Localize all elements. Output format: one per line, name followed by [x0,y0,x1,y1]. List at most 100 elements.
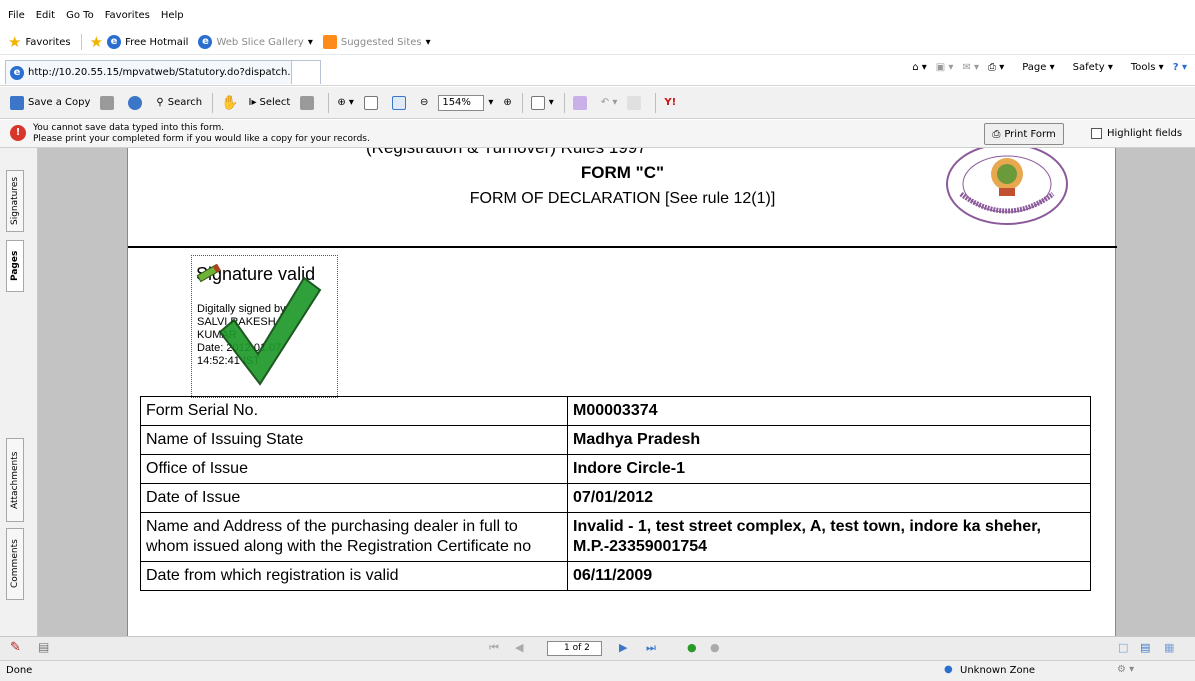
print-button[interactable] [100,95,118,110]
pages-options-button[interactable]: ▾ [530,95,554,110]
tab-title: http://10.20.55.15/mpvatweb/Statutory.do… [28,67,297,78]
print-form-button[interactable]: ⎙ Print Form [984,123,1064,145]
row-value: Invalid - 1, test street complex, A, tes… [567,512,1091,562]
favorites-button[interactable]: ★ Favorites [8,34,71,50]
fav-link-suggested[interactable]: Suggested Sites ▾ [322,35,431,49]
fav-link-hotmail[interactable]: e Free Hotmail [107,35,188,49]
row-label: Name and Address of the purchasing deale… [140,512,568,562]
tools-menu[interactable]: Tools ▾ [1122,62,1164,73]
email-icon [128,95,143,110]
feeds-icon[interactable]: ▣ ▾ [936,62,954,73]
government-seal-icon [946,148,1068,225]
row-label: Office of Issue [140,454,568,484]
signature-field[interactable]: Signature valid Digitally signed by SALV… [191,255,338,398]
notice-line-1: You cannot save data typed into this for… [33,123,225,133]
row-label: Form Serial No. [140,396,568,426]
suggested-sites-icon [322,35,337,49]
fit-width-icon [391,95,406,110]
single-page-view-icon[interactable]: □ [1118,641,1128,654]
tab-pages[interactable]: Pages [6,240,24,292]
select-tool-button[interactable]: I▸ Select [249,97,291,108]
email-button[interactable] [128,95,146,110]
next-view-icon[interactable]: ● [710,641,720,654]
new-tab-button[interactable] [291,60,321,84]
highlight-checkbox[interactable] [1091,128,1102,139]
divider [563,92,565,113]
last-page-icon[interactable]: ⏭ [646,641,656,655]
document-icon [627,95,642,110]
document-icon[interactable]: ▤ [38,640,49,654]
fit-width-button[interactable] [391,95,410,110]
search-button[interactable]: ⚲ Search [156,97,202,108]
snapshot-button[interactable] [300,95,318,110]
menu-edit[interactable]: Edit [36,10,55,21]
previous-view-icon[interactable]: ● [687,641,697,654]
previous-page-icon[interactable]: ◀ [515,641,523,654]
tab-signatures[interactable]: Signatures [6,170,24,232]
document-viewport[interactable]: (Registration & Turnover) Rules 1997 FOR… [38,148,1195,636]
fit-page-button[interactable] [363,95,382,110]
header-divider [128,246,1117,248]
spell-check-button[interactable] [572,95,591,110]
zoom-dropdown[interactable]: ▾ [488,97,493,108]
save-copy-button[interactable]: Save a Copy [10,95,91,110]
row-value: Madhya Pradesh [567,425,1091,455]
redo-button[interactable] [627,95,645,110]
save-copy-label: Save a Copy [28,97,91,108]
safety-menu[interactable]: Safety ▾ [1064,62,1113,73]
fav-link-webslice[interactable]: e Web Slice Gallery ▾ [198,35,313,49]
divider [521,92,523,113]
divider [655,92,657,113]
highlight-fields-toggle[interactable]: Highlight fields [1091,128,1182,139]
notice-message: You cannot save data typed into this for… [33,123,370,145]
help-icon[interactable]: ? ▾ [1173,62,1187,73]
print-icon[interactable]: ⎙ ▾ [988,62,1004,73]
zoom-in-icon: ⊕ [503,97,512,108]
tab-attachments[interactable]: Attachments [6,438,24,522]
hand-tool-button[interactable]: ✋ [221,95,238,111]
status-bar: Done ● Unknown Zone ⚙ ▾ [0,660,1195,681]
form-notice-bar: ! You cannot save data typed into this f… [0,120,1195,148]
tab-comments[interactable]: Comments [6,528,24,600]
highlight-label: Highlight fields [1107,128,1183,139]
save-icon [10,95,24,110]
zoom-out-icon: ⊖ [419,97,429,108]
facing-view-icon[interactable]: ▦ [1164,641,1174,654]
menu-goto[interactable]: Go To [66,10,94,21]
page-number-input[interactable]: 1 of 2 [547,641,602,656]
tab-label: Pages [10,250,20,282]
mail-icon[interactable]: ✉ ▾ [962,62,979,73]
home-icon[interactable]: ⌂ ▾ [912,62,927,73]
security-zone: Unknown Zone [960,665,1036,676]
pencil-icon[interactable]: ✎ [10,640,21,655]
row-value: Indore Circle-1 [567,454,1091,484]
zoom-tool-button[interactable]: ⊕ ▾ [337,97,354,108]
rules-heading: (Registration & Turnover) Rules 1997 [366,148,647,158]
first-page-icon[interactable]: ⏮ [489,641,499,655]
menu-help[interactable]: Help [161,10,184,21]
print-form-label: Print Form [1004,128,1056,140]
row-label: Date of Issue [140,483,568,513]
divider [212,92,214,113]
undo-icon: ↶ ▾ [600,97,618,108]
undo-button[interactable]: ↶ ▾ [601,97,618,108]
next-page-icon[interactable]: ▶ [619,641,627,654]
ie-page-icon: e [107,35,122,49]
protected-mode-icon[interactable]: ⚙ ▾ [1117,664,1134,675]
browser-tab[interactable]: e http://10.20.55.15/mpvatweb/Statutory.… [5,60,319,84]
menu-file[interactable]: File [8,10,25,21]
zoom-in-button[interactable]: ⊕ [503,97,511,108]
hand-icon: ✋ [221,94,239,111]
row-value: 07/01/2012 [567,483,1091,513]
add-favorite-icon[interactable]: ★ [90,34,103,50]
yahoo-button[interactable]: Y! [664,97,676,108]
row-value: 06/11/2009 [567,561,1091,591]
menu-favorites[interactable]: Favorites [105,10,150,21]
page-menu[interactable]: Page ▾ [1013,62,1054,73]
zoom-out-button[interactable]: ⊖ [420,97,428,108]
tools-menu-label: Tools [1130,62,1156,73]
continuous-view-icon[interactable]: ▤ [1140,641,1150,654]
row-label: Name of Issuing State [140,425,568,455]
table-row: Name of Issuing State Madhya Pradesh [140,425,1091,455]
zoom-level-input[interactable]: 154% [438,94,485,111]
